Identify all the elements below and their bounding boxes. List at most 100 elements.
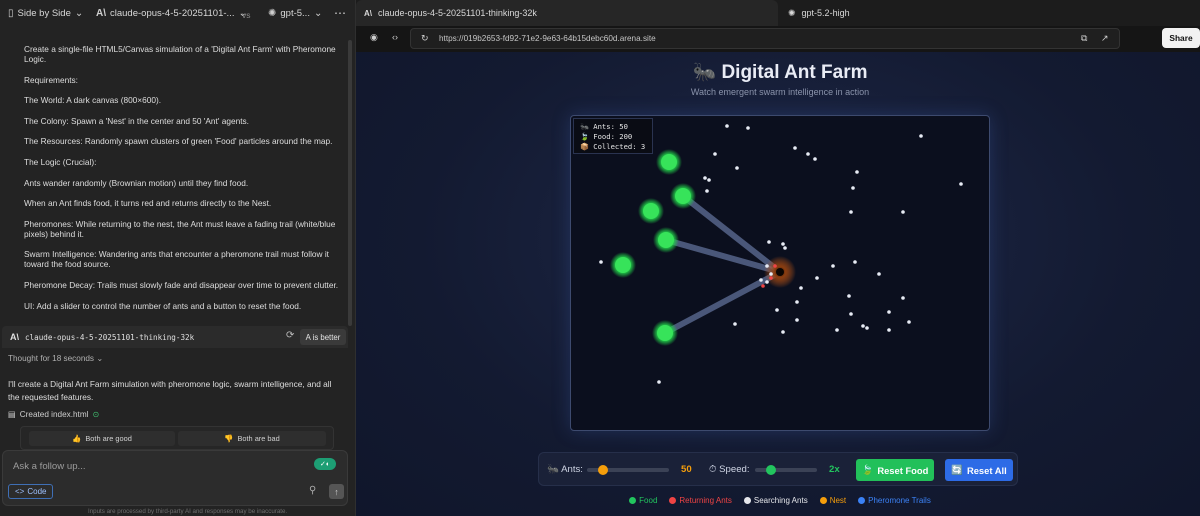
stopwatch-icon: ⏱ (709, 464, 717, 475)
chat-topbar: ▯ Side by Side ⌄ A\ claude-opus-4-5-2025… (0, 0, 356, 30)
legend-item: Food (629, 496, 657, 505)
code-icon: <> (15, 487, 25, 496)
prompt-paragraph: The Colony: Spawn a 'Nest' in the center… (24, 115, 249, 126)
send-button[interactable]: ↑ (329, 484, 344, 499)
model-a-label: claude-opus-4-5-20251101-... (110, 8, 235, 19)
searching-ant (831, 264, 835, 268)
more-icon[interactable]: ⋯ (334, 6, 346, 20)
model-a-selector[interactable]: A\ claude-opus-4-5-20251101-... ⌄ (96, 8, 247, 19)
legend-label: Searching Ants (753, 496, 808, 505)
legend-label: Pheromone Trails (868, 496, 931, 505)
chevron-down-icon: ⌄ (74, 8, 84, 19)
searching-ant (815, 276, 819, 280)
share-button[interactable]: Share (1162, 28, 1200, 48)
legend-dot (858, 497, 866, 504)
returning-ant (769, 276, 773, 280)
reload-icon[interactable]: ↻ (421, 33, 429, 44)
searching-ant (713, 152, 717, 156)
reset-food-button[interactable]: 🍃 Reset Food (856, 459, 934, 481)
grammar-assist-icon[interactable]: ✓◐ (314, 458, 336, 470)
scrollbar[interactable] (348, 40, 352, 326)
searching-ant (765, 280, 769, 284)
thought-label: Thought for 18 seconds (8, 354, 95, 363)
eye-icon[interactable]: ◉ (370, 32, 378, 43)
searching-ant (887, 310, 891, 314)
searching-ant (725, 124, 729, 128)
anthropic-logo-icon: A\ (96, 8, 106, 19)
speed-slider-thumb[interactable] (765, 465, 776, 475)
searching-ant (835, 328, 839, 332)
ants-slider-thumb[interactable] (598, 465, 609, 475)
code-mode-chip[interactable]: <> Code (8, 484, 54, 499)
model-b-label: gpt-5... (280, 8, 310, 19)
box-icon: 📦 (580, 142, 589, 151)
stat-collected: 📦 Collected: 3 (580, 142, 646, 152)
legend-item: Nest (819, 496, 847, 505)
searching-ant (959, 182, 963, 186)
simulation-drawing (599, 124, 963, 384)
regenerate-icon[interactable]: ⟳ (286, 330, 294, 341)
both-bad-label: Both are bad (237, 434, 280, 443)
vote-area: 👍 Both are good 👎 Both are bad (20, 426, 334, 450)
searching-ant (767, 240, 771, 244)
code-label: Code (27, 487, 47, 496)
both-good-label: Both are good (85, 434, 132, 443)
returning-ant (773, 264, 777, 268)
chevron-down-icon: ⌄ (313, 8, 323, 19)
prompt-paragraph: Requirements: (24, 74, 78, 85)
stat-food-text: Food: 200 (593, 132, 633, 141)
openai-logo-icon: ✺ (268, 8, 277, 19)
created-file-item[interactable]: ▤ Created index.html ⊙ (8, 409, 99, 420)
attach-icon[interactable]: ⚲ (309, 485, 316, 496)
chevron-down-icon: ⌄ (96, 354, 104, 363)
tab-claude[interactable]: A\ claude-opus-4-5-20251101-thinking-32k (356, 0, 778, 26)
simulation-canvas[interactable]: 🐜 Ants: 50 🍃 Food: 200 📦 Collected: 3 (570, 115, 990, 431)
open-external-icon[interactable]: ↗ (1101, 33, 1109, 44)
legend-dot (819, 497, 827, 504)
prompt-paragraph: The Resources: Randomly spawn clusters o… (24, 136, 333, 147)
page-subtitle: Watch emergent swarm intelligence in act… (690, 87, 870, 97)
vs-label: vs (242, 10, 251, 20)
layout-icon: ▯ (8, 8, 14, 19)
both-good-button[interactable]: 👍 Both are good (29, 431, 175, 446)
anthropic-logo-icon: A\ (364, 8, 372, 18)
legend-label: Nest (829, 496, 847, 505)
model-b-selector[interactable]: ✺ gpt-5... ⌄ (268, 8, 322, 19)
url-bar[interactable]: ↻ https://019b2653-fd92-71e2-9e63-64b15d… (410, 28, 1120, 49)
reset-all-button[interactable]: 🔄 Reset All (945, 459, 1013, 481)
code-view-icon[interactable]: ‹› (392, 32, 398, 42)
reset-all-label: Reset All (966, 464, 1007, 476)
searching-ant (849, 210, 853, 214)
thought-toggle[interactable]: Thought for 18 seconds ⌄ (8, 353, 103, 363)
created-file-label: Created index.html (19, 409, 89, 419)
composer: Ask a follow up... ✓◐ <> Code ⚲ ↑ (2, 450, 348, 506)
speed-slider[interactable] (755, 465, 817, 475)
legend-item: Returning Ants (669, 496, 732, 505)
food-core (657, 325, 673, 341)
app-preview: 🐜 Digital Ant Farm Watch emergent swarm … (356, 52, 1200, 516)
both-bad-button[interactable]: 👎 Both are bad (178, 431, 326, 446)
legend-item: Pheromone Trails (858, 496, 931, 505)
searching-ant (877, 272, 881, 276)
prompt-paragraph: The Logic (Crucial): (24, 156, 97, 167)
searching-ant (795, 318, 799, 322)
a-is-better-button[interactable]: A is better (300, 329, 346, 345)
copy-icon[interactable]: ⧉ (1081, 33, 1087, 44)
follow-up-input[interactable]: Ask a follow up... (13, 461, 86, 472)
mode-selector[interactable]: ▯ Side by Side ⌄ (8, 8, 83, 19)
speed-control-label: ⏱ Speed: (709, 464, 750, 475)
searching-ant (746, 126, 750, 130)
refresh-icon: 🔄 (951, 464, 963, 475)
searching-ant (901, 296, 905, 300)
preview-pane: A\ claude-opus-4-5-20251101-thinking-32k… (356, 0, 1200, 516)
ants-slider[interactable] (587, 465, 669, 475)
ants-control-label: 🐜 Ants: (547, 464, 583, 475)
legend-dot (669, 497, 677, 504)
searching-ant (733, 322, 737, 326)
tab-gpt[interactable]: ✺ gpt-5.2-high (780, 0, 1200, 26)
browser-toolbar: ◉ ‹› ↻ https://019b2653-fd92-71e2-9e63-6… (360, 28, 1200, 50)
food-core (615, 257, 631, 273)
mode-label: Side by Side (17, 8, 71, 19)
user-prompt: Create a single-file HTML5/Canvas simula… (24, 44, 350, 321)
food-core (643, 203, 659, 219)
